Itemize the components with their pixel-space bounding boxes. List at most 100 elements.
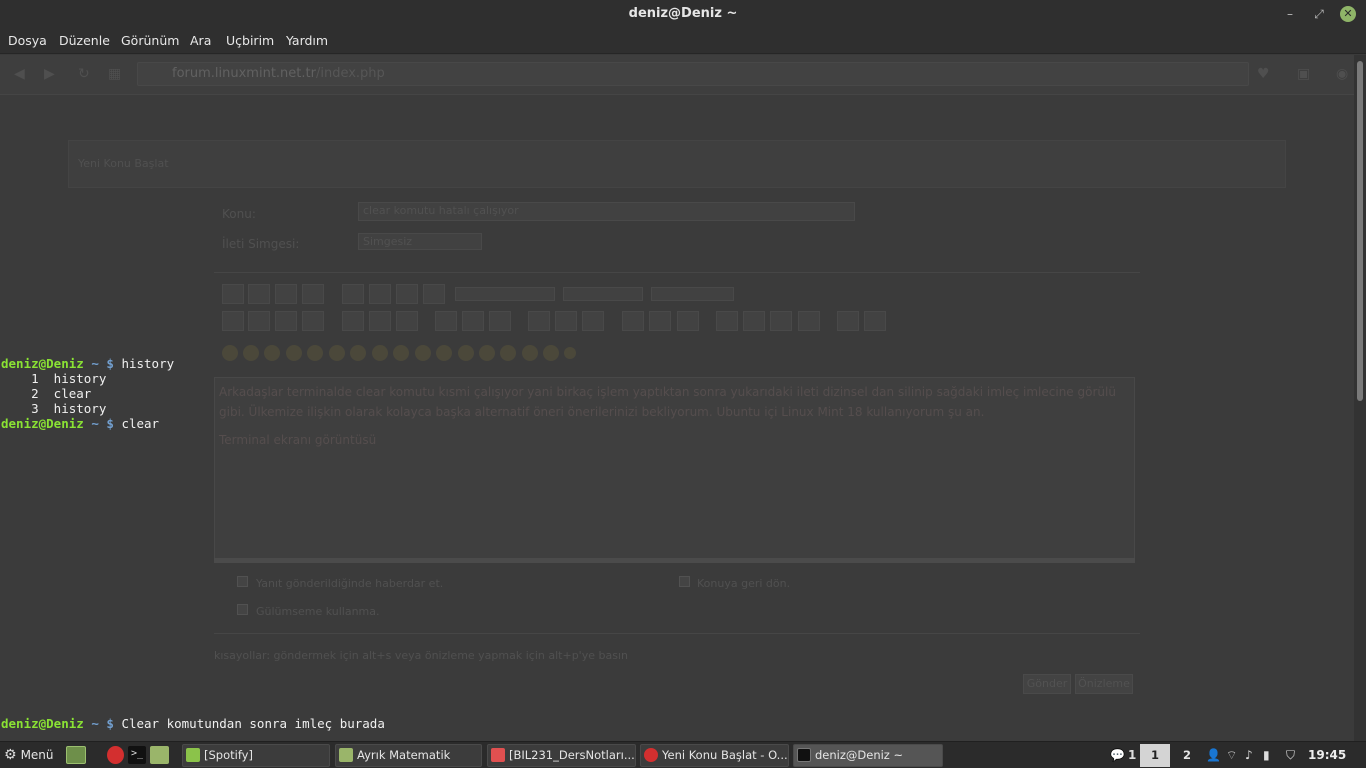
spotify-icon: [186, 748, 200, 762]
toolbar-icon: [528, 311, 550, 331]
italic-icon: [248, 284, 270, 304]
smiley-icon: [350, 345, 366, 361]
subject-input: clear komutu hatalı çalışıyor: [358, 202, 855, 221]
size-select: [563, 287, 643, 301]
prompt-user: deniz@Deniz: [1, 416, 84, 431]
terminal-icon[interactable]: >_: [128, 746, 146, 764]
folder-icon: [339, 748, 353, 762]
icon-select: Simgesiz: [358, 233, 482, 250]
menu-yardim[interactable]: Yardım: [286, 33, 328, 48]
notification-count: 1: [1128, 748, 1137, 762]
url-path: /index.php: [315, 66, 385, 81]
user-icon[interactable]: 👤: [1206, 748, 1221, 762]
terminal-output: 1 history: [1, 371, 107, 386]
toolbar-icon: [798, 311, 820, 331]
toolbar-icon: [302, 311, 324, 331]
toolbar-icon: [396, 311, 418, 331]
terminal-current-line[interactable]: deniz@Deniz ~ $ Clear komutundan sonra i…: [1, 716, 385, 731]
menu-dosya[interactable]: Dosya: [8, 33, 47, 48]
shield-icon[interactable]: ⛉: [1286, 748, 1295, 763]
start-menu-label: Menü: [20, 748, 54, 762]
toolbar-icon: [435, 311, 457, 331]
toolbar-icon: [677, 311, 699, 331]
start-menu-button[interactable]: ⚙ Menü: [4, 747, 54, 763]
opera-icon[interactable]: [107, 746, 124, 764]
document-reader-icon: [491, 748, 505, 762]
clock[interactable]: 19:45: [1308, 748, 1346, 762]
message-text: Arkadaşlar terminalde clear komutu kısmi…: [219, 385, 1116, 419]
minimize-icon[interactable]: –: [1282, 6, 1298, 22]
close-icon[interactable]: ✕: [1340, 6, 1356, 22]
files-icon[interactable]: [150, 746, 169, 764]
task-terminal[interactable]: deniz@Deniz ~: [793, 744, 943, 767]
task-label: deniz@Deniz ~: [815, 748, 904, 762]
menu-duzenle[interactable]: Düzenle: [59, 33, 110, 48]
forward-icon: ▶: [44, 66, 55, 82]
smiley-icon: [500, 345, 516, 361]
message-text-2: Terminal ekranı görüntüsü: [219, 433, 377, 447]
prompt-user: deniz@Deniz: [1, 356, 84, 371]
smiley-icon: [372, 345, 388, 361]
smiley-icon: [458, 345, 474, 361]
smiley-icon: [393, 345, 409, 361]
toolbar-icon: [369, 311, 391, 331]
smiley-icon: [543, 345, 559, 361]
terminal-scrollbar[interactable]: [1354, 55, 1366, 741]
menubar: Dosya Düzenle Görünüm Ara Uçbirim Yardım: [0, 28, 1366, 54]
battery-icon[interactable]: ▮: [1263, 748, 1270, 762]
taskbar: ⚙ Menü >_ [Spotify] Ayrık Matematik [BIL2…: [0, 741, 1366, 768]
show-desktop-icon[interactable]: [66, 746, 86, 764]
prompt-symbol: $: [106, 356, 114, 371]
terminal-area[interactable]: ◀ ▶ ↻ ▦ forum.linuxmint.net.tr/index.php…: [0, 55, 1354, 741]
smiley-icon: [415, 345, 431, 361]
underline-icon: [275, 284, 297, 304]
toolbar-icon: [864, 311, 886, 331]
opera-icon: [644, 748, 658, 762]
browser-toolbar: ◀ ▶ ↻ ▦ forum.linuxmint.net.tr/index.php…: [0, 55, 1354, 95]
toolbar-icon: [489, 311, 511, 331]
smiley-icon: [329, 345, 345, 361]
toolbar-icon: [622, 311, 644, 331]
icon-label: İleti Simgesi:: [222, 237, 300, 251]
preview-button: Önizleme: [1075, 674, 1133, 694]
wifi-icon[interactable]: ⌔: [1226, 748, 1237, 763]
toolbar-icon: [716, 311, 738, 331]
prompt-dir: ~: [91, 416, 99, 431]
smiley-icon: [436, 345, 452, 361]
volume-icon[interactable]: ♪: [1245, 748, 1253, 762]
checkbox: [237, 576, 248, 587]
workspace-1[interactable]: 1: [1140, 744, 1170, 767]
window-titlebar: deniz@Deniz ~ – ⤢ ✕: [0, 0, 1366, 28]
align-center-icon: [369, 284, 391, 304]
apps-icon: ▦: [108, 66, 122, 82]
chat-icon[interactable]: 💬: [1110, 748, 1125, 762]
scrollbar-thumb[interactable]: [1357, 61, 1363, 401]
toolbar-icon: [743, 311, 765, 331]
smiley-icon: [243, 345, 259, 361]
terminal-icon: [797, 748, 811, 762]
workspace-2[interactable]: 2: [1172, 744, 1202, 767]
forum-header-title: Yeni Konu Başlat: [78, 157, 169, 170]
terminal-input[interactable]: Clear komutundan sonra imleç burada: [121, 716, 384, 731]
menu-ucbirim[interactable]: Uçbirim: [226, 33, 274, 48]
menu-ara[interactable]: Ara: [190, 33, 211, 48]
toolbar-icon: [770, 311, 792, 331]
task-document[interactable]: [BIL231_DersNotları...: [487, 744, 636, 767]
prompt-dir: ~: [91, 716, 99, 731]
background-browser: ◀ ▶ ↻ ▦ forum.linuxmint.net.tr/index.php…: [0, 55, 1354, 741]
task-spotify[interactable]: [Spotify]: [182, 744, 330, 767]
editor-resize-handle: [214, 558, 1135, 563]
smiley-icon: [222, 345, 238, 361]
terminal-line: deniz@Deniz ~ $ clear: [1, 416, 159, 431]
task-files[interactable]: Ayrık Matematik: [335, 744, 482, 767]
maximize-icon[interactable]: ⤢: [1311, 6, 1327, 22]
gear-icon: ⚙: [4, 747, 17, 763]
task-browser[interactable]: Yeni Konu Başlat - O...: [640, 744, 789, 767]
smiley-icon: [307, 345, 323, 361]
prompt-user: deniz@Deniz: [1, 716, 84, 731]
back-icon: ◀: [14, 66, 25, 82]
heart-icon: ♥: [1257, 66, 1270, 82]
menu-gorunum[interactable]: Görünüm: [121, 33, 179, 48]
profile-icon: ◉: [1336, 66, 1349, 82]
shortcuts-text: kısayollar: göndermek için alt+s veya ön…: [214, 649, 628, 662]
